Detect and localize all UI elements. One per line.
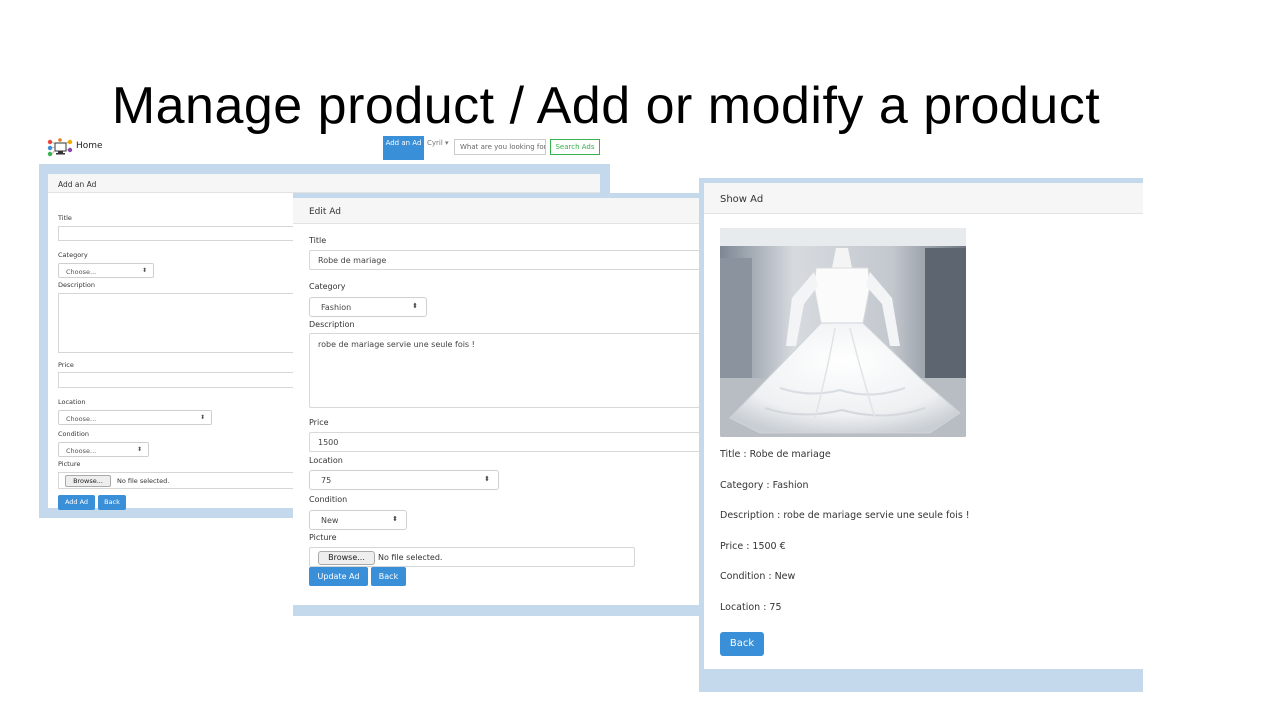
add-ad-header: Add an Ad [48,174,600,193]
title-label: Title [309,236,327,245]
title-input[interactable] [58,226,308,241]
slide-title: Manage product / Add or modify a product [111,77,1101,135]
updown-arrow-icon: ⬍ [136,446,142,453]
description-textarea[interactable]: robe de mariage servie une seule fois ! [309,333,700,408]
price-input[interactable]: 1500 [309,432,700,452]
picture-file-input[interactable]: Browse... No file selected. [309,547,635,567]
updown-arrow-icon: ⬍ [141,267,147,274]
location-select[interactable]: Choose... ⬍ [58,410,212,425]
browse-button[interactable]: Browse... [318,551,375,565]
add-ad-submit-button[interactable]: Add Ad [58,495,95,510]
ad-title-line: Title : Robe de mariage [720,449,831,460]
description-label: Description [58,281,96,289]
network-computer-icon[interactable] [46,138,74,158]
add-ad-nav-button[interactable]: Add an Ad [383,136,424,160]
show-ad-back-button[interactable]: Back [720,632,764,656]
navbar: Home Add an Ad Cyril ▾ Search Ads [40,134,610,164]
price-label: Price [58,361,74,369]
ad-condition-line: Condition : New [720,571,796,582]
condition-select-value: New [321,516,339,525]
ad-price-line: Price : 1500 € [720,541,786,552]
category-label: Category [309,282,346,291]
condition-label: Condition [309,495,348,504]
picture-label: Picture [309,533,337,542]
search-ads-button[interactable]: Search Ads [550,139,600,155]
condition-select[interactable]: Choose... ⬍ [58,442,149,457]
location-select-value: 75 [321,476,332,485]
description-textarea[interactable] [58,293,308,353]
show-ad-card: Show Ad Title: Robe de mariage Category… [704,183,1143,669]
updown-arrow-icon: ⬍ [392,515,398,523]
ad-description-line: Description : robe de mariage servie une… [720,510,970,521]
title-input[interactable]: Robe de mariage [309,250,700,270]
category-select-value: Choose... [66,268,97,276]
ad-category-line: Category : Fashion [720,480,809,491]
no-file-text: No file selected. [117,477,170,485]
wedding-dress-photo [720,228,966,437]
updown-arrow-icon: ⬍ [484,475,490,483]
no-file-text: No file selected. [378,553,443,562]
edit-ad-card: Edit Ad Title Robe de mariage Category F… [293,198,700,605]
location-select[interactable]: 75 ⬍ [309,470,499,490]
location-select-value: Choose... [66,415,97,423]
search-input[interactable] [454,139,546,155]
edit-ad-screenshot: Edit Ad Title Robe de mariage Category F… [293,193,700,616]
description-label: Description [309,320,355,329]
category-select[interactable]: Fashion ⬍ [309,297,427,317]
category-select-value: Fashion [321,303,352,312]
show-ad-screenshot: Show Ad Title: Robe de mariage Category… [699,178,1143,692]
picture-label: Picture [58,460,81,468]
ad-location-line: Location : 75 [720,602,782,613]
updown-arrow-icon: ⬍ [199,414,205,421]
add-ad-back-button[interactable]: Back [98,495,126,510]
brand-home-link[interactable]: Home [76,141,103,151]
category-label: Category [58,251,88,259]
condition-label: Condition [58,430,90,438]
update-ad-button[interactable]: Update Ad [309,567,368,586]
edit-ad-header: Edit Ad [293,198,700,224]
location-label: Location [58,398,86,406]
price-input[interactable] [58,372,308,388]
condition-select[interactable]: New ⬍ [309,510,407,530]
picture-file-input[interactable]: Browse... No file selected. [58,472,308,489]
title-label: Title [58,214,72,222]
location-label: Location [309,456,343,465]
browse-button[interactable]: Browse... [65,475,111,487]
category-select[interactable]: Choose... ⬍ [58,263,154,278]
updown-arrow-icon: ⬍ [412,302,418,310]
edit-ad-back-button[interactable]: Back [371,567,406,586]
price-label: Price [309,418,329,427]
show-ad-header: Show Ad [704,183,1143,214]
condition-select-value: Choose... [66,447,97,455]
user-menu[interactable]: Cyril ▾ [427,139,449,147]
